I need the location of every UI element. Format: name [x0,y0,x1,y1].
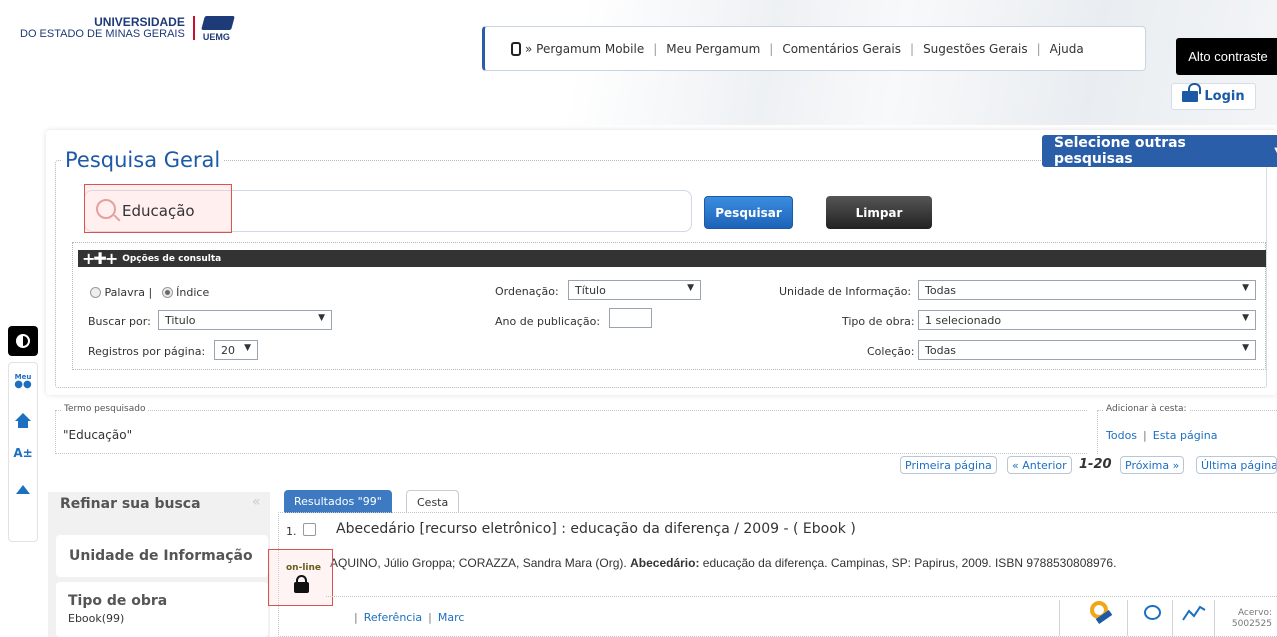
side-back-to-top[interactable] [9,471,37,507]
ano-label: Ano de publicação: [495,315,601,328]
search-term-label: Termo pesquisado [62,404,148,414]
tipo-obra-label: Tipo de obra: [842,315,915,328]
basket-all-link[interactable]: Todos [1106,429,1137,442]
tipo-obra-select[interactable]: 1 selecionado ▼ [918,310,1256,330]
result-reference: AQUINO, Júlio Groppa; CORAZZA, Sandra Ma… [330,556,1117,570]
result-actions [326,596,1277,637]
collapse-icon[interactable]: « [252,494,261,510]
dropdown-arrow-icon: ▼ [1242,313,1249,323]
result-title[interactable]: Abecedário [recurso eletrônico] : educaç… [336,521,856,537]
home-icon [15,413,31,428]
dropdown-arrow-icon: ▼ [244,343,251,353]
dropdown-arrow-icon: ▼ [1242,283,1249,293]
radio-indice-label: Índice [176,286,210,299]
reference-link[interactable]: Referência [364,611,422,624]
page-range: 1-20 [1079,457,1112,472]
unidade-select[interactable]: Todas ▼ [918,280,1256,300]
nav-comentarios-gerais[interactable]: Comentários Gerais [782,42,901,56]
dropdown-arrow-icon: ▼ [687,283,694,293]
search-selection-icon[interactable] [1090,601,1116,627]
refine-section-unidade[interactable]: Unidade de Informação [56,535,268,577]
page-title: Pesquisa Geral [62,148,224,172]
radio-palavra[interactable] [90,287,101,298]
side-toolbar: Meu ●● A± [8,362,38,542]
refine-section-tipo[interactable]: Tipo de obra Ebook(99) [56,582,268,637]
font-size-icon: A± [13,446,33,460]
unidade-label: Unidade de Informação: [779,285,912,298]
nav-ajuda[interactable]: Ajuda [1050,42,1084,56]
arrow-up-icon [16,484,30,494]
dropdown-arrow-icon: ▼ [318,313,325,323]
result-checkbox[interactable] [303,523,316,536]
comment-icon[interactable] [1144,605,1161,620]
high-contrast-button[interactable]: Alto contraste [1176,38,1277,75]
login-label: Login [1204,89,1245,104]
contrast-icon [16,334,30,348]
side-home[interactable] [9,399,37,435]
colecao-select[interactable]: Todas ▼ [918,340,1256,360]
uemg-mark-icon [200,16,235,30]
nav-pergamum-mobile[interactable]: » Pergamum Mobile [525,42,644,56]
options-header[interactable]: +✚+ Opções de consulta [78,249,1266,268]
plus-icon: +✚+ [82,249,118,268]
result-number: 1. [286,525,297,538]
side-font-size[interactable]: A± [9,435,37,471]
refine-tipo-ebook[interactable]: Ebook(99) [68,612,268,625]
search-value[interactable]: Educação [122,202,195,220]
buscar-por-label: Buscar por: [88,315,151,328]
nav-sugestoes-gerais[interactable]: Sugestões Gerais [923,42,1028,56]
ordenacao-select[interactable]: Título ▼ [568,280,701,300]
nav-meu-pergamum[interactable]: Meu Pergamum [666,42,760,56]
meu-pergamum-icon: Meu ●● [14,373,32,390]
next-page-link[interactable]: Próxima » [1120,456,1185,474]
prev-page-link[interactable]: « Anterior [1007,456,1072,474]
search-panel: Pesquisa Geral Selecione outras pesquisa… [46,130,1277,395]
radio-palavra-label: Palavra | [104,286,153,299]
first-page-link[interactable]: Primeira página [900,456,997,474]
logo-line1: UNIVERSIDADE [94,15,185,29]
refine-title: Refinar sua busca [60,496,201,512]
marc-link[interactable]: Marc [438,611,465,624]
dropdown-arrow-icon: ▼ [1242,343,1249,353]
registros-select[interactable]: 20 ▼ [214,340,258,360]
online-label: on-line [286,563,322,573]
ano-input[interactable] [609,308,652,328]
tab-basket[interactable]: Cesta [406,490,460,513]
top-navigation: » Pergamum Mobile | Meu Pergamum | Comen… [482,26,1146,71]
login-button[interactable]: Login [1171,83,1256,110]
side-meu-pergamum[interactable]: Meu ●● [9,363,37,399]
acervo-info: Acervo: 5002525 [1231,608,1272,629]
colecao-label: Coleção: [867,345,915,358]
search-term-value: "Educação" [63,428,133,442]
search-icon [96,199,116,219]
basket-label: Adicionar à cesta: [1104,404,1189,414]
search-button[interactable]: Pesquisar [704,196,793,229]
tab-results[interactable]: Resultados "99" [284,490,392,513]
basket-page-link[interactable]: Esta página [1153,429,1218,442]
other-searches-dropdown[interactable]: Selecione outras pesquisas ▼ [1042,135,1277,167]
ordenacao-label: Ordenação: [495,285,559,298]
unlock-icon [1182,83,1202,102]
side-contrast-button[interactable] [8,326,38,356]
logo-line2: DO ESTADO DE MINAS GERAIS [20,28,185,40]
statistics-icon[interactable] [1182,604,1206,622]
buscar-por-select[interactable]: Titulo ▼ [158,310,332,330]
mobile-icon [511,41,521,56]
uemg-logo[interactable]: UNIVERSIDADE DO ESTADO DE MINAS GERAIS U… [20,16,241,42]
search-term-box [55,410,1087,454]
radio-indice[interactable] [161,287,173,298]
clear-button[interactable]: Limpar [826,196,932,229]
logo-abbr: UEMG [202,32,230,42]
registros-label: Registros por página: [88,345,206,358]
last-page-link[interactable]: Última página [1196,456,1277,474]
padlock-icon[interactable] [294,575,309,593]
